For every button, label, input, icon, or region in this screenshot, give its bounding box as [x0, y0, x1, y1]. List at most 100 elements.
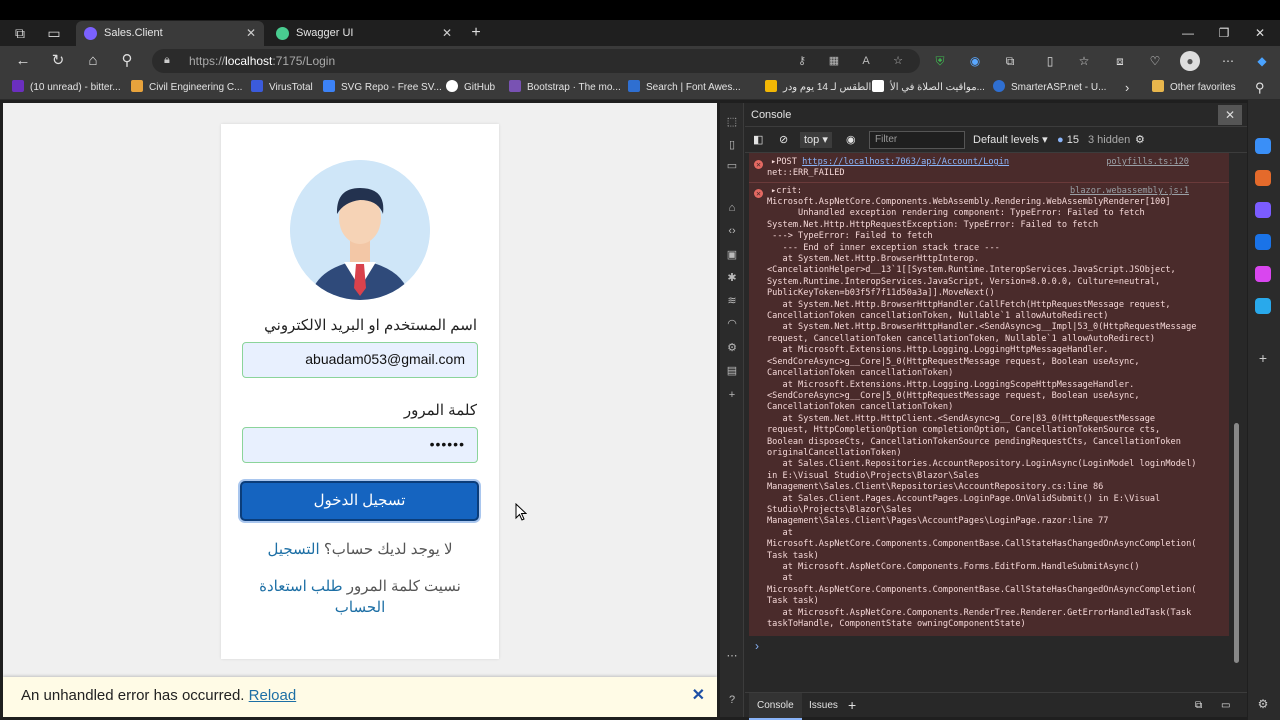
workspaces-icon[interactable]: ⧉ [11, 24, 29, 42]
close-window-button[interactable]: ✕ [1240, 20, 1280, 46]
bookmark[interactable]: Bootstrap · The mo... [509, 76, 621, 100]
add-drawer-tab-button[interactable]: + [848, 693, 856, 718]
new-tab-button[interactable]: + [467, 24, 485, 42]
sync-extension-icon[interactable]: ◉ [965, 51, 985, 71]
settings-icon[interactable]: ⚙ [1255, 696, 1271, 712]
tab-actions-icon[interactable]: ▭ [45, 24, 63, 42]
source-link[interactable]: polyfills.ts:120 [1106, 157, 1189, 168]
close-drawer-icon[interactable]: ▭ [1221, 693, 1230, 718]
bookmark[interactable]: Search | Font Awes... [628, 76, 741, 100]
tab-console[interactable]: Console [749, 693, 802, 720]
designer-icon[interactable] [1255, 266, 1271, 282]
key-icon[interactable]: ⚷ [794, 53, 810, 69]
console-prompt[interactable]: › [755, 639, 759, 653]
tools-icon[interactable] [1255, 170, 1271, 186]
close-tab-icon[interactable]: ✕ [246, 21, 256, 46]
bookmark[interactable]: الطقس لـ 14 يوم ودر... [765, 76, 880, 100]
more-options-icon[interactable]: ⋯ [725, 649, 739, 663]
home-icon[interactable]: ⌂ [83, 51, 103, 71]
devtools-panel: ⬚ ▯ ▭ ⌂ ‹› ▣ ✱ ≋ ◠ ⚙ ▤ + ⋯ ? Console ✕ ◧… [720, 103, 1247, 720]
sources-bug-icon[interactable]: ✱ [725, 271, 739, 285]
bookmark[interactable]: Civil Engineering C... [131, 76, 242, 100]
shield-extension-icon[interactable]: ⛨ [930, 51, 950, 71]
add-sidebar-app-icon[interactable]: + [1255, 350, 1271, 366]
console-scrollbar[interactable] [1231, 153, 1241, 687]
read-aloud-icon[interactable]: A [858, 53, 874, 69]
recover-link[interactable]: طلب استعادة [259, 578, 342, 595]
issues-badge[interactable]: ● 15 [1057, 132, 1079, 148]
favorites-icon[interactable]: ☆ [1074, 51, 1094, 71]
application-icon[interactable]: ▤ [725, 364, 739, 378]
console-icon[interactable]: ▣ [725, 248, 739, 262]
telegram-icon[interactable] [1255, 298, 1271, 314]
favorite-star-icon[interactable]: ☆ [890, 53, 906, 69]
tab-sales-client[interactable]: Sales.Client ✕ [76, 21, 264, 46]
console-settings-icon[interactable]: ⚙ [1135, 132, 1145, 148]
health-icon[interactable]: ♡ [1145, 51, 1165, 71]
search-icon[interactable]: ⚲ [117, 51, 137, 71]
split-screen-icon[interactable]: ▯ [1040, 51, 1060, 71]
dock-drawer-icon[interactable]: ⧉ [1195, 693, 1202, 718]
help-icon[interactable]: ? [725, 693, 739, 707]
bookmark[interactable]: VirusTotal [251, 76, 313, 100]
more-tools-icon[interactable]: + [725, 388, 739, 402]
welcome-icon[interactable]: ⌂ [725, 201, 739, 215]
recover-link[interactable]: الحساب [335, 599, 386, 616]
other-favorites[interactable]: Other favorites [1152, 76, 1236, 100]
more-bookmarks-icon[interactable]: › [1125, 76, 1129, 100]
sidebar-search-icon[interactable]: ⚲ [1255, 76, 1265, 100]
browser-window: ⧉ ▭ Sales.Client ✕ Swagger UI ✕ + — ❐ ✕ … [0, 20, 1280, 720]
outlook-icon[interactable] [1255, 234, 1271, 250]
live-expression-icon[interactable]: ◉ [846, 132, 856, 148]
refresh-icon[interactable]: ↻ [48, 51, 68, 71]
restore-button[interactable]: ❐ [1204, 20, 1244, 46]
elements-icon[interactable]: ‹› [725, 224, 739, 238]
console-log: ✕ ▸POST https://localhost:7063/api/Accou… [749, 153, 1229, 636]
request-url-link[interactable]: https://localhost:7063/api/Account/Login [802, 157, 1009, 167]
password-input[interactable]: •••••• [242, 427, 478, 463]
bookmark[interactable]: SmarterASP.net - U... [993, 76, 1106, 100]
performance-icon[interactable]: ◠ [725, 317, 739, 331]
url-input[interactable]: 🔒︎ https://localhost:7175/Login ⚷ ▦ A ☆ [152, 49, 920, 73]
divider [749, 182, 1229, 183]
more-menu-icon[interactable]: ⋯ [1218, 51, 1238, 71]
network-icon[interactable]: ≋ [725, 294, 739, 308]
bookmark[interactable]: مواقيت الصلاة في الأ... [872, 76, 985, 100]
clear-console-icon[interactable]: ⊘ [779, 132, 788, 148]
context-select[interactable]: top ▾ [800, 132, 832, 148]
bookmark[interactable]: GitHub [446, 76, 495, 100]
reload-link[interactable]: Reload [249, 687, 297, 704]
profile-avatar[interactable]: ● [1180, 51, 1200, 71]
scroll-thumb[interactable] [1234, 423, 1239, 663]
levels-select[interactable]: Default levels ▾ [973, 132, 1048, 148]
memory-icon[interactable]: ⚙ [725, 341, 739, 355]
collections-icon[interactable]: ⧈ [1110, 51, 1130, 71]
extensions-icon[interactable]: ⧉ [1000, 51, 1020, 71]
close-tab-icon[interactable]: ✕ [442, 21, 452, 46]
apps-icon[interactable]: ▦ [826, 53, 842, 69]
tab-bar: ⧉ ▭ Sales.Client ✕ Swagger UI ✕ + — ❐ ✕ [0, 20, 1280, 46]
games-icon[interactable] [1255, 202, 1271, 218]
dismiss-error-icon[interactable]: ✕ [692, 677, 705, 715]
address-bar-row: ← ↻ ⌂ ⚲ 🔒︎ https://localhost:7175/Login … [0, 46, 1280, 76]
register-link[interactable]: التسجيل [267, 541, 319, 558]
bookmark[interactable]: SVG Repo - Free SV... [323, 76, 442, 100]
tab-swagger[interactable]: Swagger UI ✕ [268, 21, 460, 46]
source-link[interactable]: blazor.webassembly.js:1 [1070, 186, 1189, 197]
inspect-icon[interactable]: ⬚ [725, 115, 739, 129]
tab-label: Sales.Client [104, 27, 163, 39]
login-button[interactable]: تسجيل الدخول [240, 481, 479, 521]
tab-issues[interactable]: Issues [809, 693, 838, 718]
device-toolbar-icon[interactable]: ▯ [725, 138, 739, 152]
sidebar-toggle-icon[interactable]: ◧ [753, 132, 763, 148]
close-devtools-icon[interactable]: ✕ [1218, 105, 1242, 125]
username-input[interactable]: abuadam053@gmail.com [242, 342, 478, 378]
discover-icon[interactable] [1255, 138, 1271, 154]
login-card: اسم المستخدم او البريد الالكتروني abuada… [221, 124, 499, 659]
copilot-icon[interactable]: ◆ [1252, 51, 1272, 71]
dock-icon[interactable]: ▭ [725, 159, 739, 173]
bookmark[interactable]: (10 unread) - bitter... [12, 76, 121, 100]
minimize-button[interactable]: — [1168, 20, 1208, 46]
filter-input[interactable]: Filter [869, 131, 965, 149]
back-icon[interactable]: ← [13, 51, 33, 71]
